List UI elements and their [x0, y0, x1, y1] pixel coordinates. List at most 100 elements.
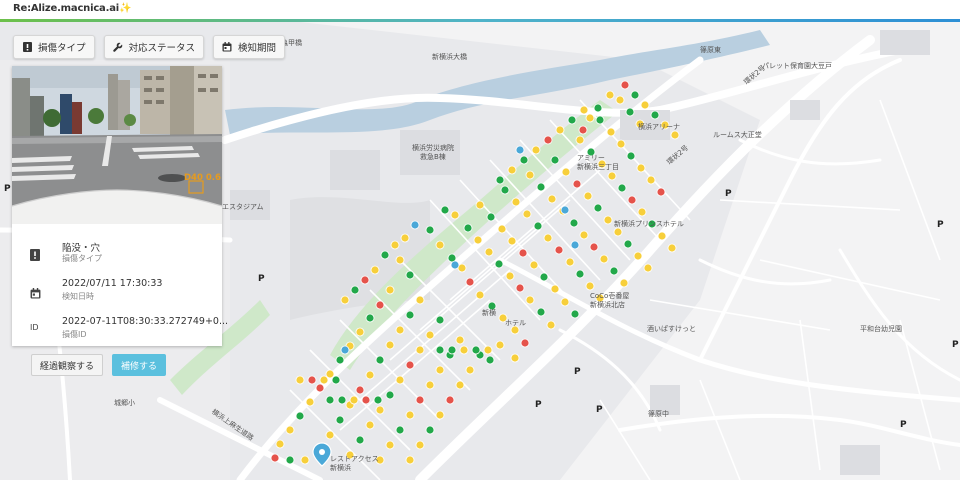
damage-marker-red[interactable] [554, 245, 564, 255]
damage-marker-red[interactable] [415, 395, 425, 405]
damage-marker-red[interactable] [360, 275, 370, 285]
damage-marker-red[interactable] [355, 385, 365, 395]
damage-marker-green[interactable] [375, 355, 385, 365]
damage-marker-green[interactable] [425, 225, 435, 235]
damage-marker-yellow[interactable] [385, 340, 395, 350]
damage-marker-green[interactable] [593, 103, 603, 113]
damage-marker-yellow[interactable] [646, 175, 656, 185]
damage-marker-red[interactable] [572, 179, 582, 189]
damage-marker-red[interactable] [465, 277, 475, 287]
damage-marker-yellow[interactable] [475, 200, 485, 210]
damage-marker-yellow[interactable] [636, 163, 646, 173]
observe-button[interactable]: 経過観察する [31, 354, 104, 376]
damage-marker-yellow[interactable] [560, 297, 570, 307]
damage-marker-green[interactable] [395, 425, 405, 435]
damage-marker-yellow[interactable] [670, 130, 680, 140]
damage-marker-yellow[interactable] [529, 260, 539, 270]
damage-marker-yellow[interactable] [400, 233, 410, 243]
damage-marker-yellow[interactable] [355, 327, 365, 337]
damage-marker-red[interactable] [375, 300, 385, 310]
damage-marker-red[interactable] [515, 283, 525, 293]
damage-marker-yellow[interactable] [295, 375, 305, 385]
repair-button[interactable]: 補修する [112, 354, 167, 376]
damage-marker-yellow[interactable] [607, 171, 617, 181]
damage-marker-green[interactable] [471, 345, 481, 355]
damage-marker-green[interactable] [285, 455, 295, 465]
damage-marker-yellow[interactable] [643, 263, 653, 273]
filter-damage-type-button[interactable]: 損傷タイプ [13, 35, 95, 59]
damage-marker-yellow[interactable] [606, 127, 616, 137]
damage-marker-red[interactable] [543, 135, 553, 145]
damage-marker-yellow[interactable] [465, 365, 475, 375]
damage-marker-yellow[interactable] [365, 420, 375, 430]
damage-marker-green[interactable] [550, 155, 560, 165]
damage-marker-yellow[interactable] [319, 375, 329, 385]
damage-marker-yellow[interactable] [300, 455, 310, 465]
damage-marker-green[interactable] [295, 411, 305, 421]
damage-marker-yellow[interactable] [640, 100, 650, 110]
damage-marker-yellow[interactable] [375, 405, 385, 415]
damage-marker-yellow[interactable] [473, 235, 483, 245]
damage-marker-green[interactable] [495, 175, 505, 185]
damage-marker-green[interactable] [617, 183, 627, 193]
damage-marker-yellow[interactable] [405, 410, 415, 420]
damage-marker-yellow[interactable] [425, 330, 435, 340]
damage-marker-yellow[interactable] [565, 257, 575, 267]
damage-marker-yellow[interactable] [561, 167, 571, 177]
damage-marker-yellow[interactable] [550, 284, 560, 294]
damage-marker-yellow[interactable] [613, 227, 623, 237]
damage-marker-yellow[interactable] [415, 345, 425, 355]
damage-marker-red[interactable] [627, 195, 637, 205]
damage-marker-red[interactable] [578, 125, 588, 135]
damage-marker-green[interactable] [447, 345, 457, 355]
damage-marker-yellow[interactable] [435, 240, 445, 250]
damage-marker-green[interactable] [380, 250, 390, 260]
damage-marker-green[interactable] [365, 313, 375, 323]
damage-marker-yellow[interactable] [525, 170, 535, 180]
damage-marker-yellow[interactable] [543, 233, 553, 243]
damage-marker-green[interactable] [623, 239, 633, 249]
damage-marker-yellow[interactable] [531, 145, 541, 155]
damage-marker-yellow[interactable] [555, 125, 565, 135]
damage-marker-yellow[interactable] [633, 251, 643, 261]
damage-marker-yellow[interactable] [497, 224, 507, 234]
damage-marker-yellow[interactable] [435, 365, 445, 375]
damage-photo[interactable]: D40 0.6 [12, 66, 222, 224]
damage-marker-yellow[interactable] [450, 210, 460, 220]
damage-marker-green[interactable] [485, 355, 495, 365]
damage-marker-yellow[interactable] [385, 440, 395, 450]
damage-marker-green[interactable] [567, 115, 577, 125]
damage-marker-green[interactable] [337, 395, 347, 405]
damage-marker-yellow[interactable] [415, 440, 425, 450]
damage-marker-blue[interactable] [515, 145, 525, 155]
damage-marker-green[interactable] [331, 375, 341, 385]
damage-marker-green[interactable] [425, 425, 435, 435]
damage-marker-green[interactable] [626, 151, 636, 161]
damage-marker-blue[interactable] [450, 260, 460, 270]
damage-marker-yellow[interactable] [455, 335, 465, 345]
damage-marker-green[interactable] [536, 307, 546, 317]
damage-marker-green[interactable] [569, 218, 579, 228]
damage-marker-green[interactable] [463, 223, 473, 233]
damage-marker-yellow[interactable] [525, 295, 535, 305]
damage-marker-yellow[interactable] [475, 290, 485, 300]
damage-marker-green[interactable] [595, 115, 605, 125]
damage-marker-green[interactable] [325, 395, 335, 405]
damage-marker-green[interactable] [609, 266, 619, 276]
damage-marker-yellow[interactable] [305, 397, 315, 407]
damage-marker-yellow[interactable] [390, 240, 400, 250]
damage-marker-yellow[interactable] [547, 194, 557, 204]
damage-marker-yellow[interactable] [370, 265, 380, 275]
damage-marker-yellow[interactable] [546, 320, 556, 330]
damage-marker-yellow[interactable] [616, 139, 626, 149]
damage-marker-green[interactable] [625, 107, 635, 117]
damage-marker-yellow[interactable] [615, 95, 625, 105]
damage-marker-yellow[interactable] [579, 230, 589, 240]
damage-marker-yellow[interactable] [340, 295, 350, 305]
damage-marker-yellow[interactable] [425, 380, 435, 390]
damage-marker-green[interactable] [650, 110, 660, 120]
damage-marker-blue[interactable] [340, 345, 350, 355]
damage-marker-yellow[interactable] [619, 278, 629, 288]
damage-marker-green[interactable] [536, 182, 546, 192]
damage-marker-yellow[interactable] [483, 345, 493, 355]
